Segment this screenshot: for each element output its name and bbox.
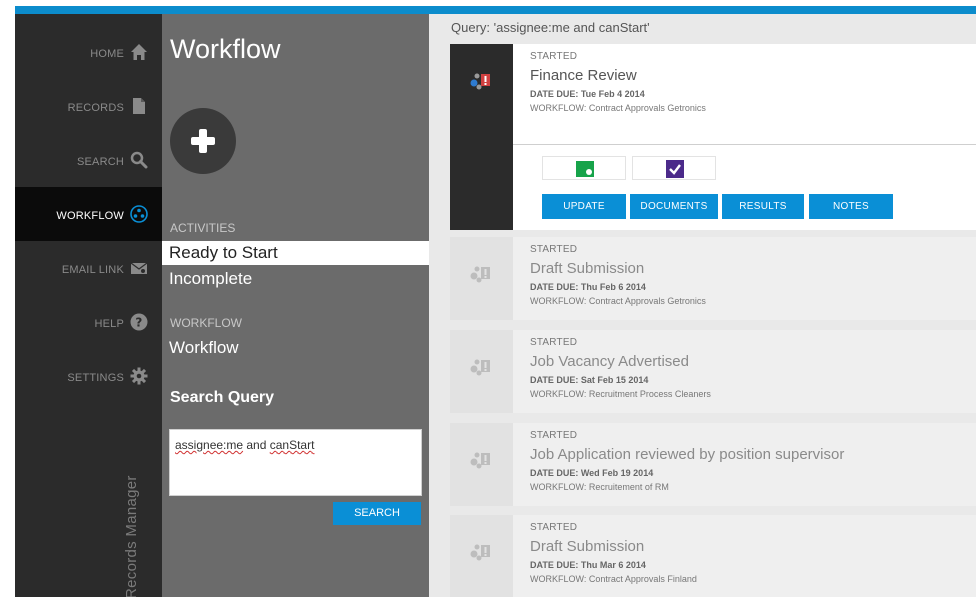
nav-item-workflow[interactable]: WORKFLOW: [15, 187, 162, 241]
task-due-date: DATE DUE: Thu Mar 6 2014: [530, 560, 646, 570]
workflow-heading: WORKFLOW: [170, 316, 242, 330]
task-workflow-icon: [470, 544, 490, 561]
activities-heading: ACTIVITIES: [170, 221, 236, 235]
task-workflow-icon: [470, 266, 490, 283]
nav-item-settings[interactable]: SETTINGS: [15, 349, 162, 403]
task-list: Query: 'assignee:me and canStart' STARTE…: [429, 14, 976, 597]
query-word: and: [243, 438, 270, 452]
activity-ready-to-start[interactable]: Ready to Start: [162, 241, 429, 265]
task-details: STARTED Draft Submission DATE DUE: Thu F…: [530, 244, 976, 306]
workflow-panel: Workflow ACTIVITIES Ready to Start Incom…: [162, 14, 429, 597]
task-details: STARTED Job Vacancy Advertised DATE DUE:…: [530, 337, 976, 399]
task-workflow: WORKFLOW: Recruitement of RM: [530, 482, 669, 492]
window-margin: [0, 0, 15, 597]
nav-item-label: SEARCH: [76, 156, 124, 168]
task-due-date: DATE DUE: Wed Feb 19 2014: [530, 468, 654, 478]
search-query-label: Search Query: [170, 389, 275, 406]
activity-incomplete[interactable]: Incomplete: [162, 267, 429, 291]
task-icon-column: [450, 237, 513, 320]
nav-item-home[interactable]: HOME: [15, 25, 162, 79]
checkbox-checked-icon: [666, 160, 684, 178]
nav-item-label: EMAIL LINK: [61, 264, 124, 276]
status-indicator-chip[interactable]: [542, 156, 626, 180]
task-workflow: WORKFLOW: Contract Approvals Finland: [530, 574, 697, 584]
search-icon: [130, 151, 148, 169]
task-status: STARTED: [530, 430, 578, 441]
main-nav: HOME RECORDS SEARCH WORKFLOW EMAIL LINK: [15, 14, 162, 597]
nav-item-records[interactable]: RECORDS: [15, 79, 162, 133]
email-link-icon: [130, 259, 148, 277]
nav-item-label: SETTINGS: [67, 372, 124, 384]
add-button[interactable]: [170, 108, 236, 174]
nav-item-label: RECORDS: [67, 102, 124, 114]
task-icon-column: [450, 423, 513, 506]
nav-item-label: HOME: [90, 48, 124, 60]
task-workflow: WORKFLOW: Contract Approvals Getronics: [530, 103, 706, 113]
task-card[interactable]: STARTED Finance Review DATE DUE: Tue Feb…: [450, 44, 976, 230]
workflow-icon: [130, 205, 148, 223]
top-accent-bar: [15, 6, 976, 14]
task-icon-column: [450, 330, 513, 413]
checkbox-chip[interactable]: [632, 156, 716, 180]
task-details: STARTED Job Application reviewed by posi…: [530, 430, 976, 492]
task-title[interactable]: Draft Submission: [530, 260, 976, 277]
update-button[interactable]: UPDATE: [542, 194, 626, 219]
task-title[interactable]: Finance Review: [530, 67, 976, 84]
nav-item-help[interactable]: HELP ?: [15, 295, 162, 349]
task-icon-column: [450, 515, 513, 597]
task-due-date: DATE DUE: Thu Feb 6 2014: [530, 282, 646, 292]
workflow-item[interactable]: Workflow: [162, 336, 429, 360]
query-word: canStart: [269, 438, 315, 452]
app-window: HOME RECORDS SEARCH WORKFLOW EMAIL LINK: [0, 0, 976, 597]
task-workflow: WORKFLOW: Contract Approvals Getronics: [530, 296, 706, 306]
task-status: STARTED: [530, 522, 578, 533]
task-workflow-icon: [470, 359, 490, 376]
document-icon: [130, 97, 148, 115]
nav-item-label: WORKFLOW: [56, 210, 124, 222]
task-card[interactable]: STARTED Job Vacancy Advertised DATE DUE:…: [450, 330, 976, 413]
task-workflow: WORKFLOW: Recruitment Process Cleaners: [530, 389, 711, 399]
nav-item-search[interactable]: SEARCH: [15, 133, 162, 187]
task-status: STARTED: [530, 51, 578, 62]
results-button[interactable]: RESULTS: [722, 194, 804, 219]
brand-label: Records Manager: [123, 475, 140, 597]
task-due-date: DATE DUE: Tue Feb 4 2014: [530, 89, 645, 99]
task-card[interactable]: STARTED Job Application reviewed by posi…: [450, 423, 976, 506]
search-query-input[interactable]: assignee:me and canStart: [169, 429, 422, 496]
documents-button[interactable]: DOCUMENTS: [630, 194, 718, 219]
page-title: Workflow: [170, 34, 281, 64]
task-card[interactable]: STARTED Draft Submission DATE DUE: Thu F…: [450, 237, 976, 320]
svg-text:?: ?: [135, 316, 142, 330]
notes-button[interactable]: NOTES: [809, 194, 893, 219]
search-button[interactable]: SEARCH: [333, 502, 421, 525]
nav-item-email-link[interactable]: EMAIL LINK: [15, 241, 162, 295]
nav-item-label: HELP: [94, 318, 124, 330]
gear-icon: [130, 367, 148, 385]
query-word: assignee:me: [175, 438, 244, 452]
task-title[interactable]: Draft Submission: [530, 538, 976, 555]
task-due-date: DATE DUE: Sat Feb 15 2014: [530, 375, 649, 385]
task-status: STARTED: [530, 337, 578, 348]
task-title[interactable]: Job Vacancy Advertised: [530, 353, 976, 370]
task-workflow-icon: [470, 73, 490, 90]
card-divider: [513, 144, 976, 145]
task-card[interactable]: STARTED Draft Submission DATE DUE: Thu M…: [450, 515, 976, 597]
home-icon: [130, 43, 148, 61]
query-display: Query: 'assignee:me and canStart': [451, 20, 650, 35]
task-details: STARTED Finance Review DATE DUE: Tue Feb…: [530, 51, 976, 113]
status-green-icon: [576, 161, 594, 177]
task-status: STARTED: [530, 244, 578, 255]
task-details: STARTED Draft Submission DATE DUE: Thu M…: [530, 522, 976, 584]
task-icon-column: [450, 44, 513, 230]
help-icon: ?: [130, 313, 148, 331]
task-workflow-icon: [470, 452, 490, 469]
task-title[interactable]: Job Application reviewed by position sup…: [530, 446, 976, 463]
